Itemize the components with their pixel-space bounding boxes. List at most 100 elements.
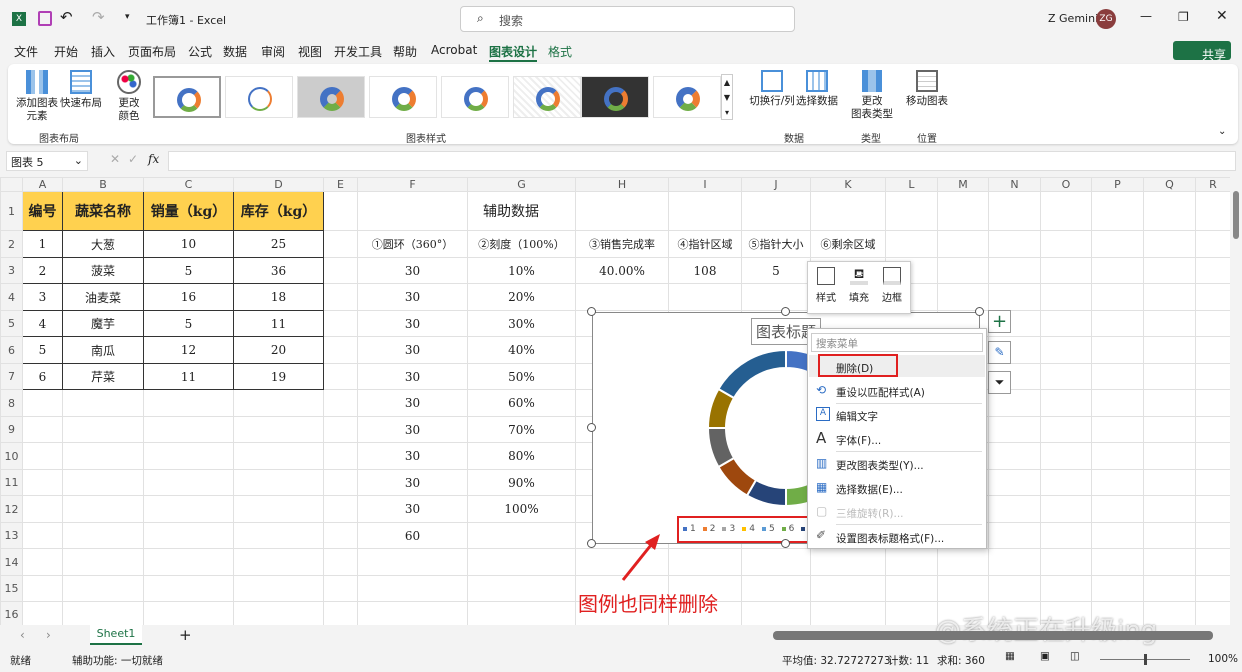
cell-O7[interactable] (1040, 363, 1092, 390)
cell-P10[interactable] (1091, 442, 1144, 470)
cell-R6[interactable] (1195, 336, 1230, 364)
chart-styles-button[interactable]: ✎ (988, 341, 1011, 364)
cell-P5[interactable] (1091, 310, 1144, 337)
cell-P8[interactable] (1091, 389, 1144, 417)
search-box[interactable]: ⌕ 搜索 (460, 6, 795, 32)
change-colors-button[interactable]: 更改 颜色 (112, 70, 146, 123)
cell-F12[interactable]: 30 (357, 495, 468, 523)
column-header[interactable]: N (988, 177, 1041, 192)
cell-B4[interactable]: 油麦菜 (62, 283, 144, 311)
cell-K2[interactable]: ⑥剩余区域 (810, 230, 886, 258)
cell-O9[interactable] (1040, 416, 1092, 443)
chart-style-3[interactable] (297, 76, 365, 118)
column-header[interactable]: E (323, 177, 358, 192)
column-header[interactable]: O (1040, 177, 1092, 192)
next-sheet-icon[interactable]: › (46, 628, 51, 642)
cell-E5[interactable] (323, 310, 358, 337)
cell-A11[interactable] (22, 469, 63, 496)
cell-Q10[interactable] (1143, 442, 1196, 470)
row-header[interactable]: 14 (0, 548, 23, 576)
select-all-corner[interactable] (0, 177, 23, 192)
cell-N11[interactable] (988, 469, 1041, 496)
row-header[interactable]: 12 (0, 495, 23, 523)
cell-Q15[interactable] (1143, 575, 1196, 602)
cell-Q1[interactable] (1143, 191, 1196, 231)
cell-B12[interactable] (62, 495, 144, 523)
cell-E15[interactable] (323, 575, 358, 602)
column-header[interactable]: K (810, 177, 886, 192)
redo-icon[interactable]: ↷ (92, 8, 105, 26)
switch-row-column-button[interactable]: 切换行/列 (748, 70, 796, 108)
cell-L14[interactable] (885, 548, 938, 576)
normal-view-icon[interactable]: ▦ (1005, 650, 1015, 662)
cell-G11[interactable]: 90% (467, 469, 576, 496)
cell-B1[interactable]: 蔬菜名称 (62, 191, 144, 231)
cell-C10[interactable] (143, 442, 234, 470)
cell-O13[interactable] (1040, 522, 1092, 549)
cell-R12[interactable] (1195, 495, 1230, 523)
cell-F4[interactable]: 30 (357, 283, 468, 311)
cell-Q2[interactable] (1143, 230, 1196, 258)
column-header[interactable]: F (357, 177, 468, 192)
row-header[interactable]: 3 (0, 257, 23, 284)
zoom-slider[interactable] (1100, 654, 1190, 665)
cell-E9[interactable] (323, 416, 358, 443)
resize-handle[interactable] (781, 307, 790, 316)
cell-C11[interactable] (143, 469, 234, 496)
cell-K1[interactable] (810, 191, 886, 231)
enter-icon[interactable]: ✓ (128, 152, 138, 166)
row-header[interactable]: 4 (0, 283, 23, 311)
cell-G15[interactable] (467, 575, 576, 602)
cell-M2[interactable] (937, 230, 989, 258)
column-header[interactable]: D (233, 177, 324, 192)
donut-segment-11[interactable] (717, 350, 787, 400)
cell-C5[interactable]: 5 (143, 310, 234, 337)
tab-page-layout[interactable]: 页面布局 (128, 43, 176, 60)
cell-D11[interactable] (233, 469, 324, 496)
cell-D16[interactable] (233, 601, 324, 625)
quick-layout-button[interactable]: 快速布局 (60, 70, 102, 110)
tab-format[interactable]: 格式 (548, 43, 572, 60)
cell-D13[interactable] (233, 522, 324, 549)
cell-E4[interactable] (323, 283, 358, 311)
horizontal-scrollbar[interactable] (773, 631, 1213, 640)
cell-O1[interactable] (1040, 191, 1092, 231)
cell-O6[interactable] (1040, 336, 1092, 364)
page-layout-view-icon[interactable]: ▣ (1040, 650, 1050, 662)
cell-F9[interactable]: 30 (357, 416, 468, 443)
cell-B8[interactable] (62, 389, 144, 417)
column-header[interactable]: P (1091, 177, 1144, 192)
column-header[interactable]: J (741, 177, 811, 192)
cell-A7[interactable]: 6 (22, 363, 63, 390)
cell-A2[interactable]: 1 (22, 230, 63, 258)
cell-R13[interactable] (1195, 522, 1230, 549)
cell-N12[interactable] (988, 495, 1041, 523)
cell-G4[interactable]: 20% (467, 283, 576, 311)
cell-E2[interactable] (323, 230, 358, 258)
menu-item-edit-text[interactable]: 编辑文字 (836, 409, 878, 424)
cell-N4[interactable] (988, 283, 1041, 311)
cell-D8[interactable] (233, 389, 324, 417)
cell-R4[interactable] (1195, 283, 1230, 311)
cell-D14[interactable] (233, 548, 324, 576)
legend-entry[interactable]: 3 (722, 524, 735, 534)
save-icon[interactable] (38, 11, 52, 26)
cell-O5[interactable] (1040, 310, 1092, 337)
column-header[interactable]: B (62, 177, 144, 192)
cell-B14[interactable] (62, 548, 144, 576)
cell-O15[interactable] (1040, 575, 1092, 602)
column-header[interactable]: R (1195, 177, 1230, 192)
cell-M14[interactable] (937, 548, 989, 576)
cell-J14[interactable] (741, 548, 811, 576)
cell-Q5[interactable] (1143, 310, 1196, 337)
cell-M15[interactable] (937, 575, 989, 602)
row-header[interactable]: 5 (0, 310, 23, 337)
add-sheet-icon[interactable]: + (179, 626, 192, 644)
cell-R2[interactable] (1195, 230, 1230, 258)
cell-G13[interactable] (467, 522, 576, 549)
tab-view[interactable]: 视图 (298, 43, 322, 60)
cell-C1[interactable]: 销量（kg） (143, 191, 234, 231)
cell-R11[interactable] (1195, 469, 1230, 496)
cell-P2[interactable] (1091, 230, 1144, 258)
avatar[interactable]: ZG (1096, 9, 1116, 29)
